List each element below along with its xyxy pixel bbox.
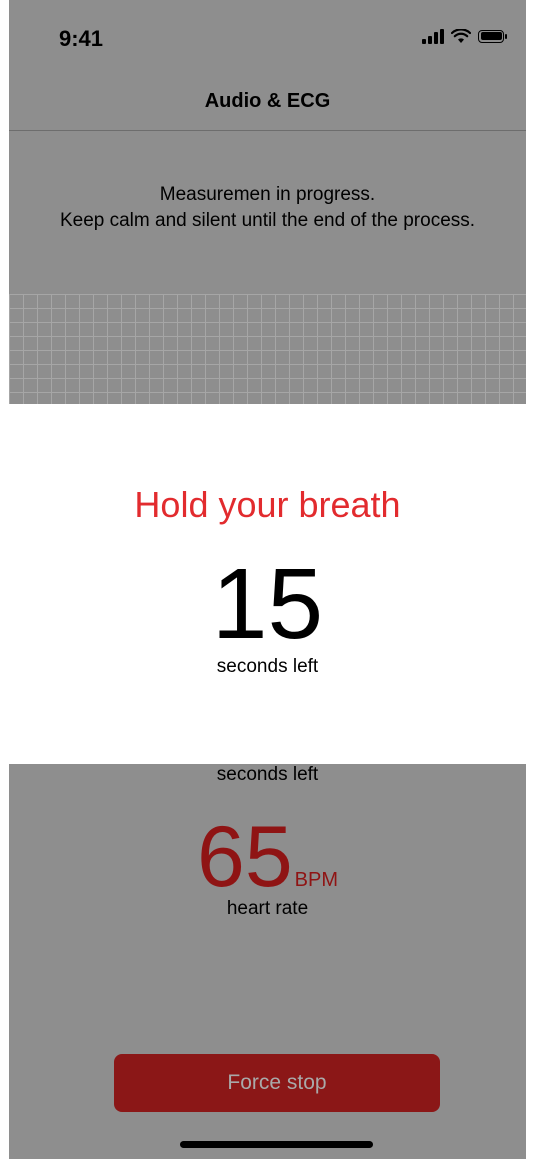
status-time: 9:41	[59, 26, 104, 51]
heart-rate-display: 65 BPM	[9, 814, 526, 900]
modal-title: Hold your breath	[134, 484, 401, 525]
force-stop-button[interactable]: Force stop	[114, 1054, 440, 1112]
wifi-icon	[451, 28, 471, 43]
signal-icon	[422, 28, 444, 44]
hold-breath-modal: Hold your breath 15 seconds left	[0, 404, 535, 764]
countdown-value: 15	[211, 548, 324, 660]
heart-rate-label: heart rate	[226, 898, 309, 919]
countdown-label: seconds left	[216, 656, 319, 677]
home-indicator[interactable]	[180, 1141, 373, 1148]
status-icons	[422, 28, 507, 44]
ecg-grid	[9, 294, 526, 406]
battery-icon	[478, 29, 507, 43]
status-bar: 9:41	[9, 0, 526, 80]
heart-rate-unit: BPM	[294, 869, 338, 891]
navigation-bar: Audio & ECG	[9, 80, 526, 131]
heart-rate-value: 65	[196, 809, 293, 905]
instructions-text: Measuremen in progress. Keep calm and si…	[9, 182, 526, 234]
page-title: Audio & ECG	[204, 90, 331, 112]
instructions-line-2: Keep calm and silent until the end of th…	[59, 210, 476, 231]
instructions-line-1: Measuremen in progress.	[159, 184, 376, 205]
background-seconds-label: seconds left	[216, 764, 319, 785]
